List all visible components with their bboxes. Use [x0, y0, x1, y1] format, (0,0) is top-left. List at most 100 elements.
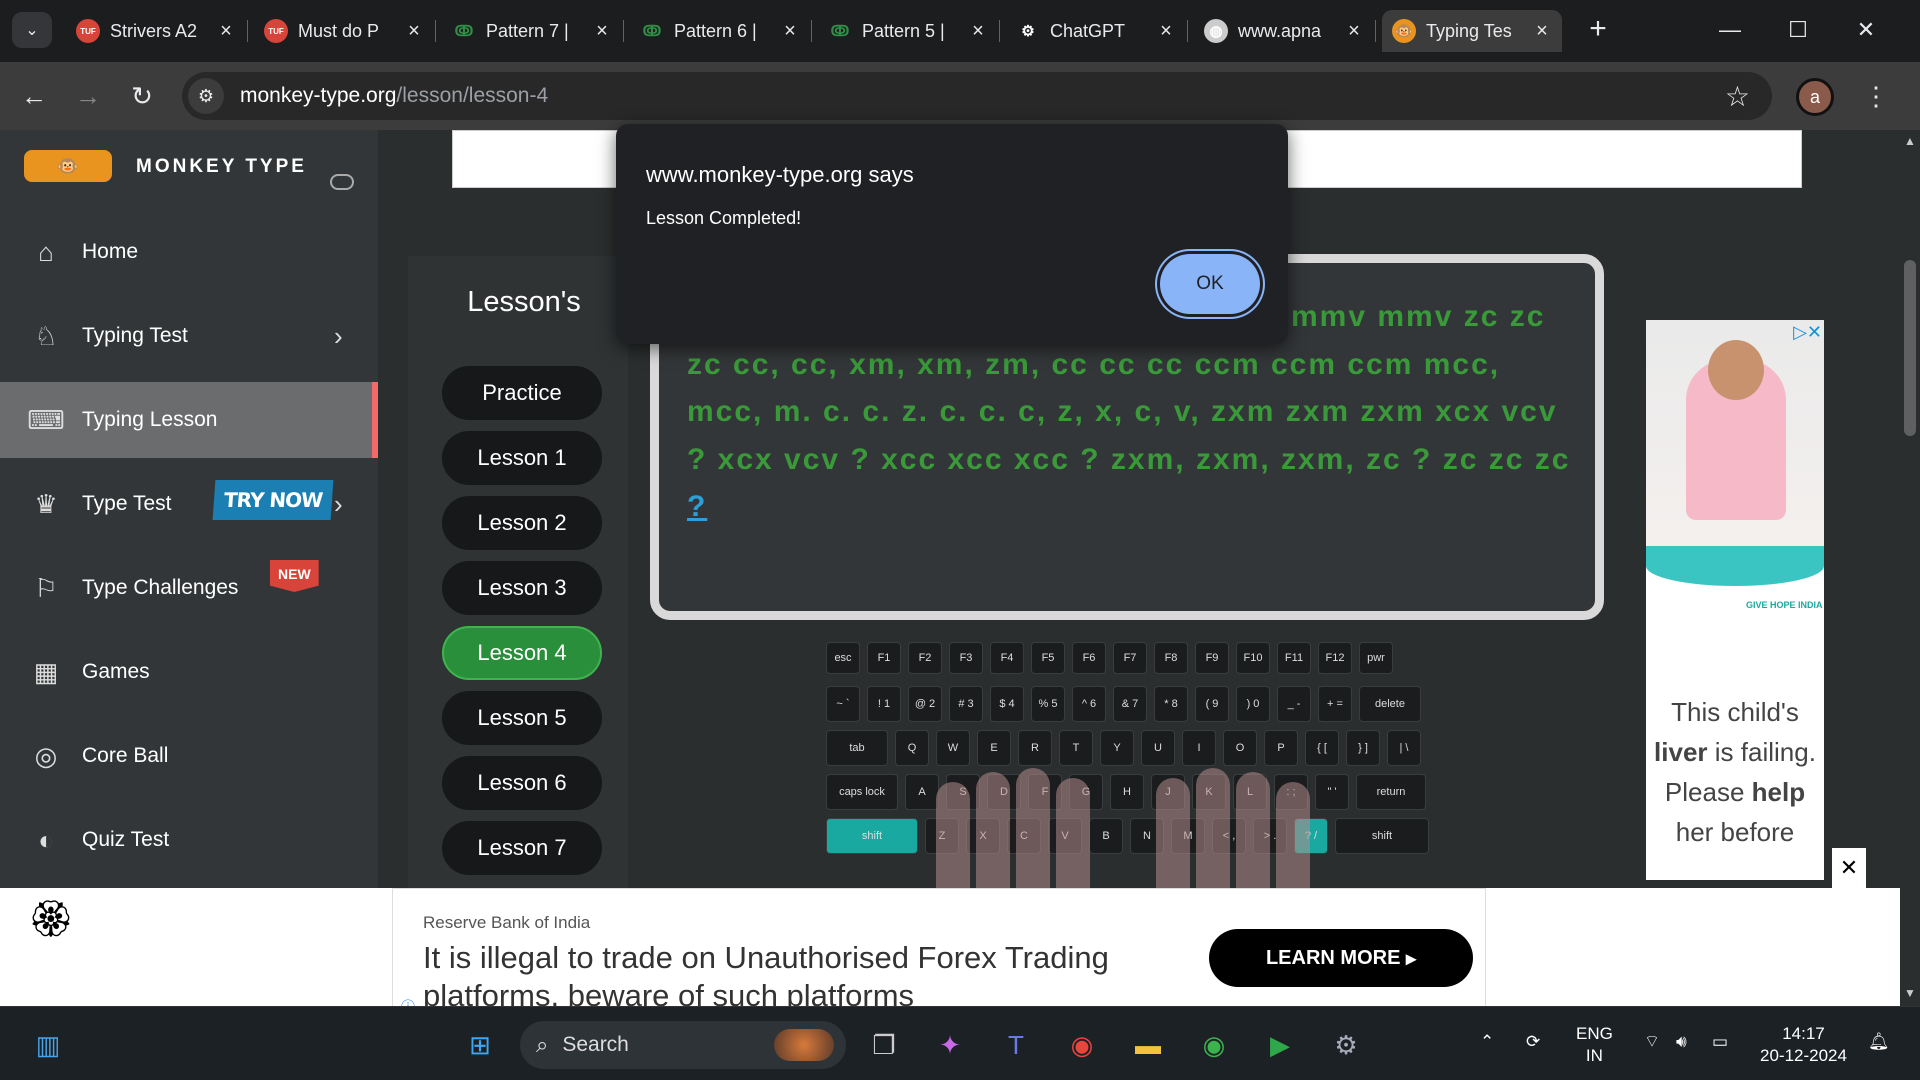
tab-8[interactable]: 🐵 Typing Tes ×	[1382, 10, 1562, 52]
key: ~ `	[826, 686, 860, 722]
minimize-button[interactable]: —	[1700, 10, 1760, 50]
tab-7[interactable]: ◍ www.apna ×	[1194, 10, 1376, 52]
sync-icon[interactable]: ⟳	[1526, 1031, 1540, 1053]
monkey-logo-icon[interactable]: 🐵	[24, 150, 112, 182]
notification-bell-icon[interactable]: 🔔︎	[1868, 1031, 1890, 1053]
key: " '	[1315, 774, 1349, 810]
lesson-button-lesson-7[interactable]: Lesson 7	[442, 821, 602, 875]
bottom-ad-banner[interactable]: 🏵 Reserve Bank of India It is illegal to…	[0, 888, 1900, 1006]
lesson-button-lesson-3[interactable]: Lesson 3	[442, 561, 602, 615]
lesson-button-lesson-2[interactable]: Lesson 2	[442, 496, 602, 550]
battery-icon[interactable]: ▭	[1712, 1031, 1728, 1053]
tab-1[interactable]: TUF Strivers A2 ×	[66, 10, 248, 52]
info-icon[interactable]: ⓘ	[401, 997, 415, 1006]
teams-icon[interactable]: T	[998, 1027, 1034, 1063]
close-tab-icon[interactable]: ×	[1156, 20, 1176, 43]
tab-6[interactable]: ⚙ ChatGPT ×	[1006, 10, 1188, 52]
key: F5	[1031, 642, 1065, 674]
tab-5[interactable]: ↂ Pattern 5 | ×	[818, 10, 1000, 52]
lesson-button-lesson-4[interactable]: Lesson 4	[442, 626, 602, 680]
play-store-icon[interactable]: ▶	[1262, 1027, 1298, 1063]
key: F1	[867, 642, 901, 674]
close-window-button[interactable]: ✕	[1836, 10, 1896, 50]
sidebar-item-games[interactable]: ▦ Games	[0, 634, 378, 710]
lesson-button-lesson-6[interactable]: Lesson 6	[442, 756, 602, 810]
sidebar-item-typing-lesson[interactable]: ⌨ Typing Lesson	[0, 382, 378, 458]
copilot-icon[interactable]: ✦	[932, 1027, 968, 1063]
close-tab-icon[interactable]: ×	[1532, 20, 1552, 43]
learn-more-button[interactable]: LEARN MORE ▸	[1209, 929, 1473, 987]
chrome-profile-icon[interactable]: ◉	[1064, 1027, 1100, 1063]
alert-dialog: www.monkey-type.org says Lesson Complete…	[616, 124, 1288, 344]
more-vert-icon: ⋮	[1863, 81, 1889, 111]
key: ! 1	[867, 686, 901, 722]
scroll-down-icon[interactable]: ▼	[1904, 986, 1916, 1000]
tray-overflow-icon[interactable]: ⌃	[1480, 1031, 1494, 1053]
rbi-ad[interactable]: Reserve Bank of India It is illegal to t…	[392, 888, 1486, 1006]
key: F4	[990, 642, 1024, 674]
close-tab-icon[interactable]: ×	[780, 20, 800, 43]
forward-button[interactable]: →	[68, 76, 108, 116]
sidebar-item-core-ball[interactable]: ◎ Core Ball	[0, 718, 378, 794]
close-tab-icon[interactable]: ×	[968, 20, 988, 43]
address-bar[interactable]: ⚙ monkey-type.org/lesson/lesson-4 ☆	[182, 72, 1772, 120]
lesson-button-lesson-1[interactable]: Lesson 1	[442, 431, 602, 485]
ad-choices-icon[interactable]: ▷✕	[1793, 322, 1822, 343]
maximize-button[interactable]: ☐	[1768, 10, 1828, 50]
back-button[interactable]: ←	[14, 76, 54, 116]
lesson-button-lesson-5[interactable]: Lesson 5	[442, 691, 602, 745]
sidebar-item-type-test[interactable]: ♛ Type Test › TRY NOW	[0, 466, 378, 542]
volume-icon[interactable]: 🔊︎	[1676, 1031, 1687, 1053]
sidebar-item-typing-test[interactable]: ♘ Typing Test ›	[0, 298, 378, 374]
key: F12	[1318, 642, 1352, 674]
reload-button[interactable]: ↻	[122, 76, 162, 116]
page-scrollbar[interactable]: ▲ ▼	[1900, 130, 1920, 1006]
widgets-icon[interactable]: ▥	[30, 1027, 66, 1063]
side-ad-banner[interactable]: GIVE HOPE INDIA This child's liver is fa…	[1646, 320, 1824, 880]
language-indicator[interactable]: ENG IN	[1576, 1023, 1613, 1067]
time: 14:17	[1782, 1024, 1825, 1043]
key: B	[1089, 818, 1123, 854]
bookmark-star-icon[interactable]: ☆	[1725, 80, 1750, 113]
ad-org-logo: GIVE HOPE INDIA	[1746, 600, 1823, 610]
dialog-ok-button[interactable]: OK	[1160, 254, 1260, 314]
close-tab-icon[interactable]: ×	[592, 20, 612, 43]
site-info-icon[interactable]: ⚙	[188, 78, 224, 114]
close-tab-icon[interactable]: ×	[216, 20, 236, 43]
lesson-button-practice[interactable]: Practice	[442, 366, 602, 420]
task-view-icon[interactable]: ❐	[866, 1027, 902, 1063]
theme-toggle[interactable]	[330, 174, 354, 190]
ad-close-button[interactable]: ✕	[1832, 848, 1866, 888]
profile-avatar[interactable]: a	[1796, 78, 1834, 116]
wifi-icon[interactable]: ⌔	[1644, 1031, 1660, 1053]
chrome-icon[interactable]: ◉	[1196, 1027, 1232, 1063]
scroll-thumb[interactable]	[1904, 260, 1916, 436]
sidebar-item-quiz-test[interactable]: ◐ Quiz Test	[0, 802, 378, 878]
scroll-up-icon[interactable]: ▲	[1904, 134, 1916, 148]
settings-icon[interactable]: ⚙	[1328, 1027, 1364, 1063]
key: } ]	[1346, 730, 1380, 766]
tab-title: Typing Tes	[1426, 20, 1512, 41]
key: Q	[895, 730, 929, 766]
tab-4[interactable]: ↂ Pattern 6 | ×	[630, 10, 812, 52]
close-tab-icon[interactable]: ×	[404, 20, 424, 43]
file-explorer-icon[interactable]: ▬	[1130, 1027, 1166, 1063]
sidebar-item-type-challenges[interactable]: ⚐ Type Challenges NEW	[0, 550, 378, 626]
reload-icon: ↻	[131, 81, 153, 111]
sidebar-item-home[interactable]: ⌂ Home	[0, 214, 378, 290]
start-icon[interactable]: ⊞	[462, 1027, 498, 1063]
tab-3[interactable]: ↂ Pattern 7 | ×	[442, 10, 624, 52]
close-tab-icon[interactable]: ×	[1344, 20, 1364, 43]
key: F2	[908, 642, 942, 674]
key: R	[1018, 730, 1052, 766]
browser-menu-button[interactable]: ⋮	[1856, 76, 1896, 116]
tab-2[interactable]: TUF Must do P ×	[254, 10, 436, 52]
ad-wave	[1646, 546, 1824, 586]
new-tab-button[interactable]: +	[1578, 10, 1618, 50]
brand-name[interactable]: MONKEY TYPE	[136, 156, 307, 178]
url-text[interactable]: monkey-type.org/lesson/lesson-4	[240, 84, 548, 108]
taskbar-search[interactable]: ⌕ Search	[520, 1021, 846, 1069]
tab-search-button[interactable]: ⌄	[12, 12, 52, 48]
clock[interactable]: 14:17 20-12-2024	[1760, 1023, 1847, 1067]
key: | \	[1387, 730, 1421, 766]
